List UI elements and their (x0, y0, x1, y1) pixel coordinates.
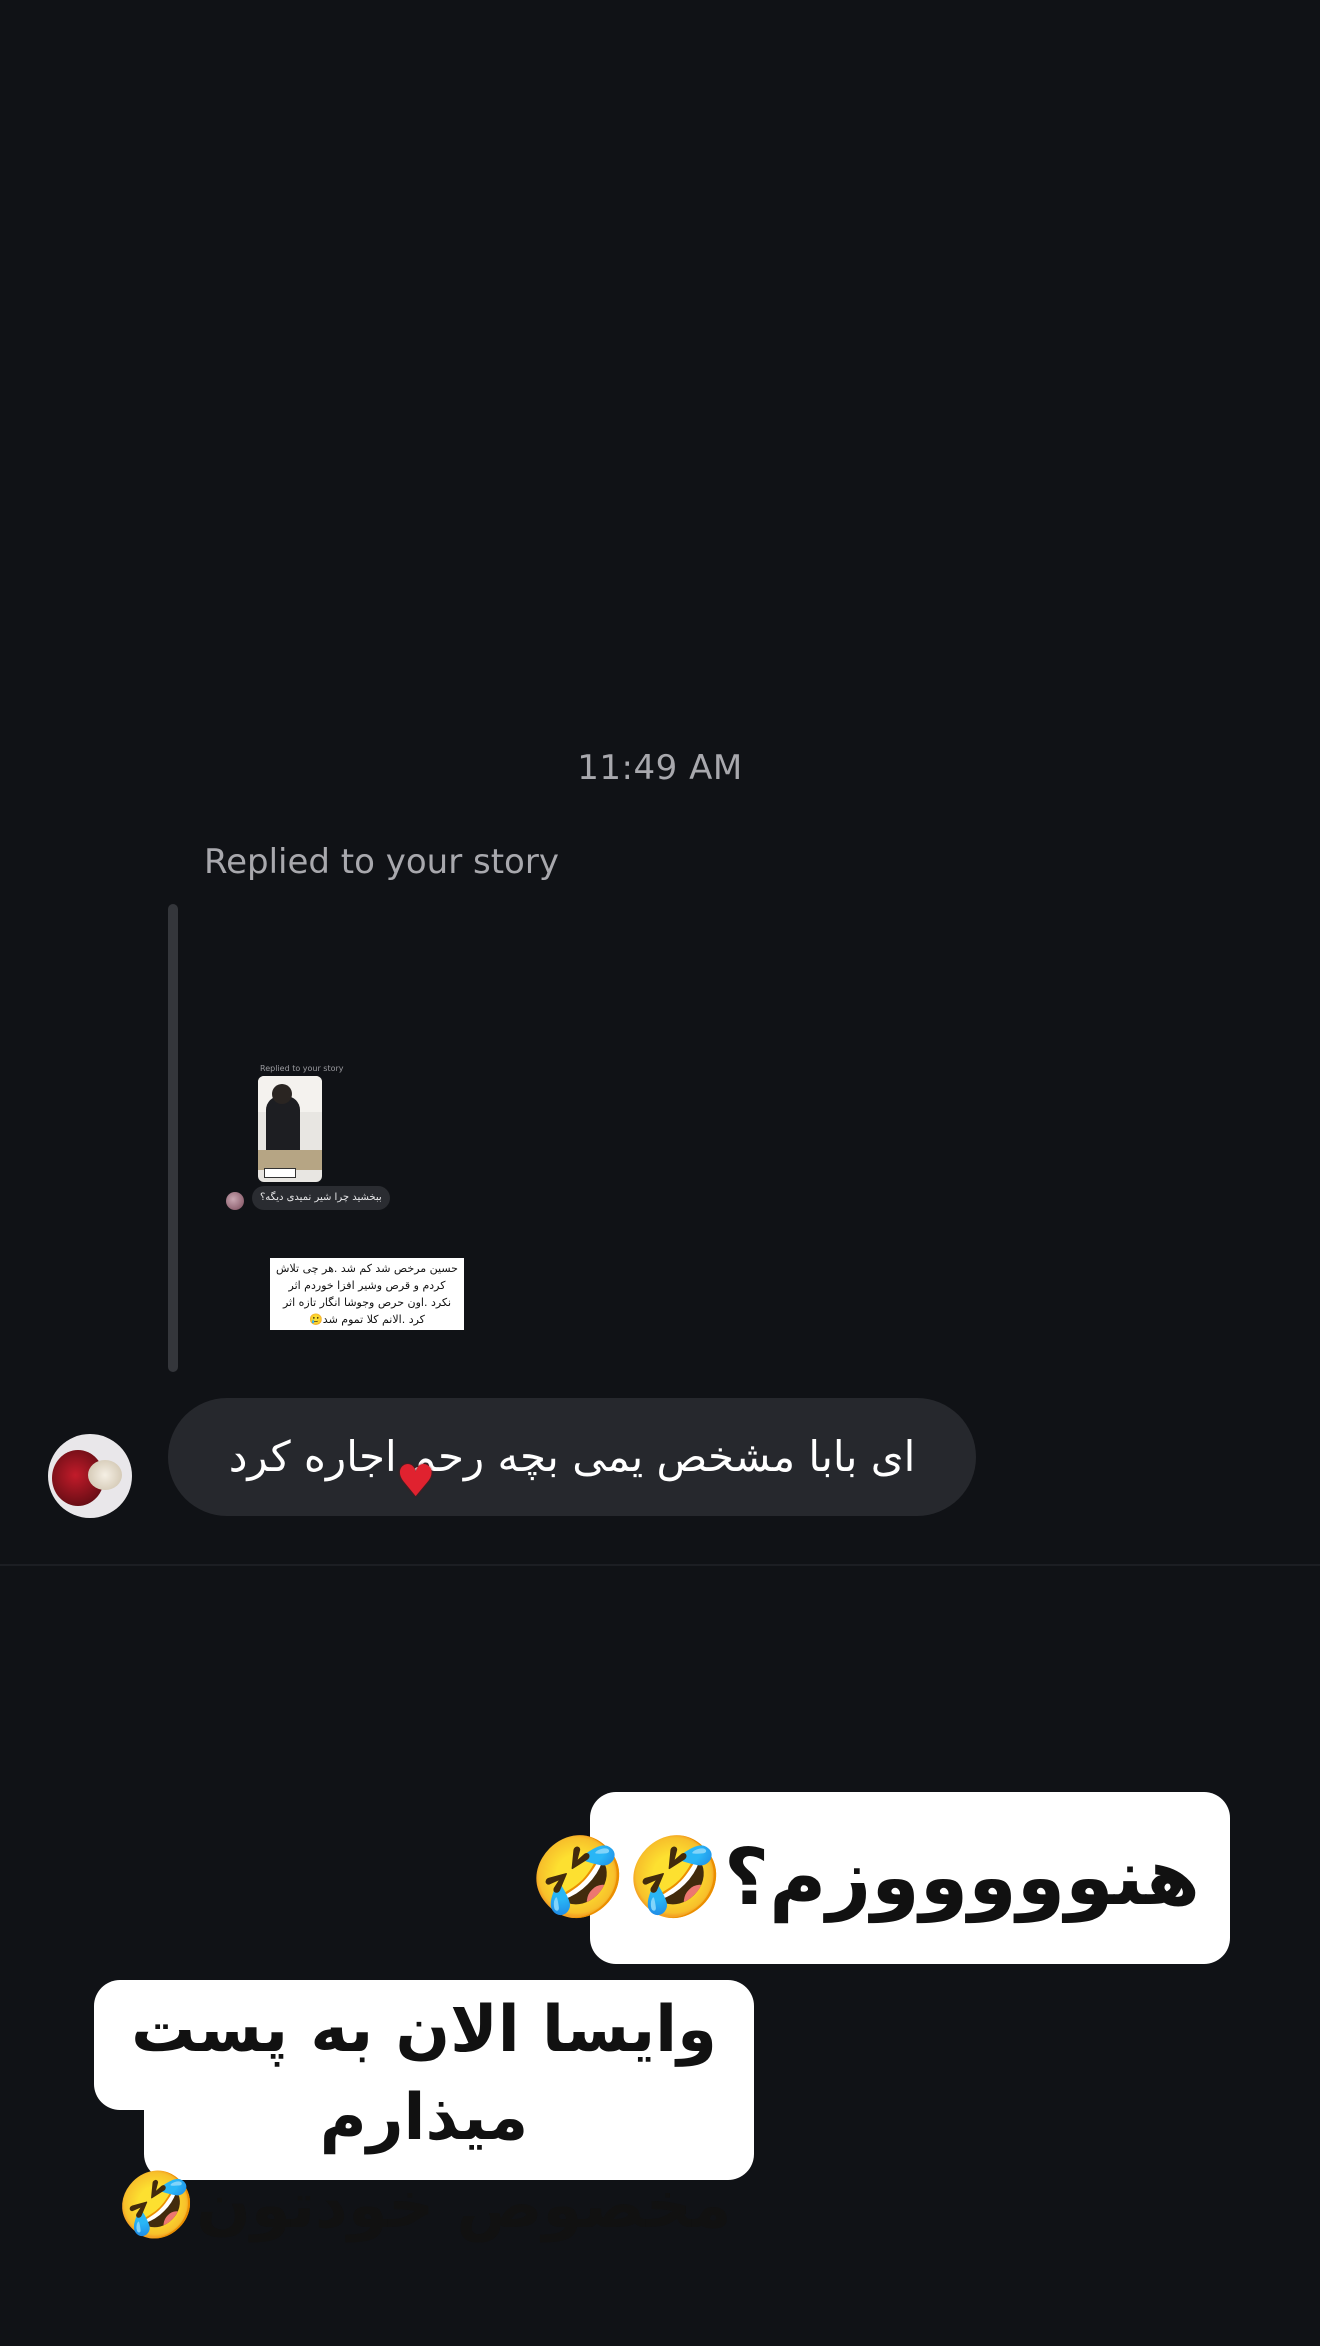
thumbnail-caption-sticker (264, 1168, 296, 1178)
sender-avatar[interactable] (48, 1434, 132, 1518)
story-caption-line: نکرد .اون حرص وجوشا انگار تازه اثر (282, 1296, 452, 1309)
story-thumbnail[interactable] (258, 1076, 322, 1182)
nested-message-bubble: ببخشید چرا شیر نمیدی دیگه؟ (252, 1186, 390, 1210)
message-timestamp: 11:49 AM (577, 748, 743, 788)
story-caption-line: کرد .الانم کلا تموم شد🥲 (309, 1313, 425, 1326)
nested-replied-label: Replied to your story (260, 1064, 344, 1073)
heart-icon[interactable]: ♥ (396, 1458, 435, 1506)
thumbnail-table (258, 1150, 322, 1170)
thumbnail-head (272, 1084, 292, 1104)
replied-to-story-label: Replied to your story (204, 842, 559, 882)
nested-avatar (226, 1192, 244, 1210)
text-sticker-2-label: وایسا الان به پست میذارم مخصوص خودتون🤣 (94, 1986, 754, 2250)
screenshot-divider (0, 1564, 1320, 1566)
text-sticker-2-line: وایسا الان به پست میذارم (131, 1993, 717, 2155)
text-sticker-2-line: مخصوص خودتون🤣 (116, 2169, 732, 2243)
story-caption-line: حسین مرخص شد کم شد .هر چی تلاش (276, 1262, 458, 1275)
story-caption: حسین مرخص شد کم شد .هر چی تلاش کردم و قر… (270, 1258, 464, 1330)
message-text: ای بابا مشخص یمی بچه رحم اجاره کرد (228, 1432, 916, 1481)
bouquet-wrap-icon (88, 1460, 122, 1490)
story-caption-line: کردم و قرص وشیر افزا خوردم اثر (288, 1279, 446, 1292)
reply-quote-bar (168, 904, 178, 1372)
text-sticker-1-label: هنوووووزم؟🤣🤣 (529, 1833, 1200, 1923)
